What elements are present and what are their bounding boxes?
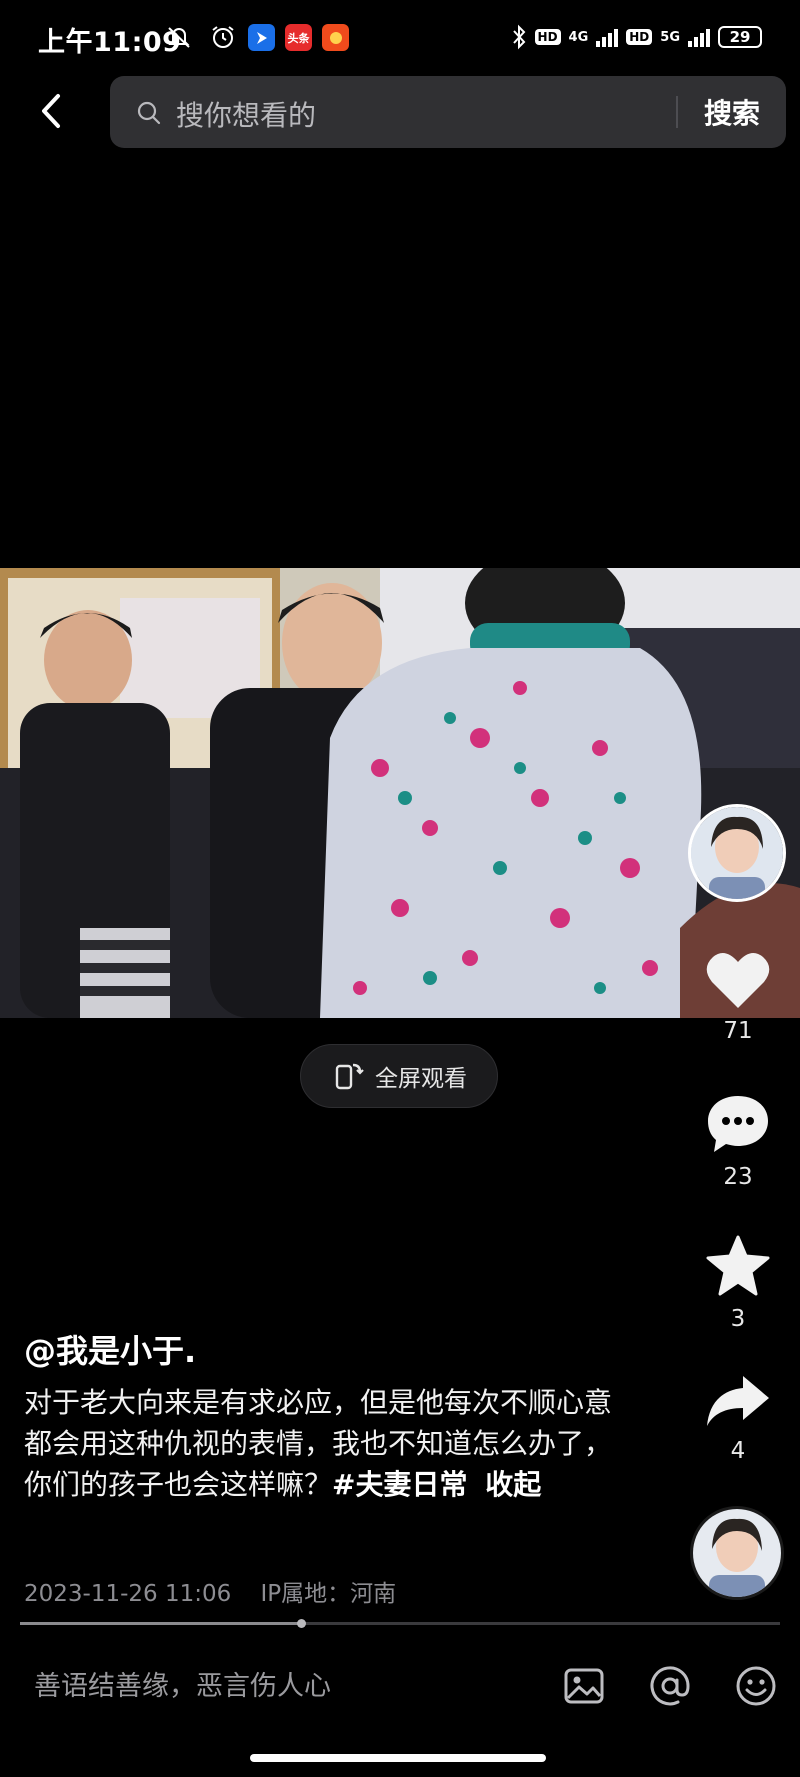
signal-bars-icon xyxy=(596,27,619,47)
bluetooth-icon xyxy=(512,24,525,50)
comment-bubble-icon xyxy=(708,1096,768,1152)
signal-bars-icon-2 xyxy=(688,27,710,47)
fullscreen-label: 全屏观看 xyxy=(375,1066,467,1092)
battery-icon: 29 xyxy=(718,26,762,48)
music-disc-avatar[interactable] xyxy=(690,1506,784,1600)
post-caption: 对于老大向来是有求必应，但是他每次不顺心意都会用这种仇视的表情，我也不知道怎么办… xyxy=(24,1382,614,1505)
share-button[interactable]: 4 xyxy=(690,1372,786,1464)
post-date: 2023-11-26 11:06 xyxy=(24,1581,232,1607)
status-time: 上午11:09 xyxy=(38,27,182,58)
hd-badge: HD xyxy=(534,29,561,45)
search-placeholder: 搜你想看的 xyxy=(176,99,317,132)
author-name[interactable]: @我是小于. xyxy=(24,1326,196,1372)
mention-icon[interactable] xyxy=(648,1664,692,1708)
heart-icon xyxy=(706,953,770,1008)
favorite-button[interactable]: 3 xyxy=(690,1234,786,1332)
search-icon xyxy=(137,101,161,125)
home-indicator[interactable] xyxy=(250,1754,546,1762)
collapse-link[interactable]: 收起 xyxy=(485,1468,541,1501)
battery-level: 29 xyxy=(729,28,751,46)
avatar-photo-2 xyxy=(693,1509,781,1597)
comment-input[interactable]: 善语结善缘，恶言伤人心 xyxy=(34,1664,331,1703)
share-count: 4 xyxy=(730,1438,746,1464)
post-meta: 2023-11-26 11:06 IP属地：河南 xyxy=(24,1574,396,1608)
like-button[interactable]: 71 xyxy=(690,950,786,1044)
author-avatar[interactable] xyxy=(688,804,786,902)
fullscreen-rotate-icon xyxy=(335,1063,364,1090)
favorite-count: 3 xyxy=(730,1306,746,1332)
hd-badge-2: HD xyxy=(626,29,653,45)
video-player[interactable] xyxy=(0,568,800,1018)
status-right-group: HD 4G HD 5G 29 xyxy=(511,22,762,52)
video-still-image xyxy=(0,568,800,1018)
search-divider xyxy=(676,96,678,128)
hashtag-link[interactable]: #夫妻日常 xyxy=(332,1468,467,1501)
app-icon-orange xyxy=(322,24,349,51)
progress-knob[interactable] xyxy=(297,1619,307,1628)
toutiao-app-icon: 头条 xyxy=(285,24,312,51)
network-4g-label: 4G xyxy=(568,29,589,45)
toutiao-badge-label: 头条 xyxy=(287,31,310,45)
star-icon xyxy=(706,1235,770,1296)
image-picker-icon[interactable] xyxy=(562,1664,606,1708)
status-bar: 上午11:09 头条 HD 4G HD 5G 29 xyxy=(0,0,800,72)
search-input[interactable]: 搜你想看的 搜索 xyxy=(110,76,786,148)
avatar-photo xyxy=(691,807,783,899)
video-progress-bar[interactable] xyxy=(20,1619,780,1628)
app-icon-blue-arrow xyxy=(248,24,275,51)
comment-button[interactable]: 23 xyxy=(690,1092,786,1190)
fullscreen-button[interactable]: 全屏观看 xyxy=(300,1044,498,1108)
mute-bell-icon xyxy=(168,27,190,48)
share-arrow-icon xyxy=(707,1376,769,1426)
network-5g-label: 5G xyxy=(660,29,680,45)
like-count: 71 xyxy=(723,1018,753,1044)
alarm-icon xyxy=(212,26,234,48)
emoji-icon[interactable] xyxy=(734,1664,778,1708)
back-arrow-icon[interactable] xyxy=(28,86,78,136)
ip-location: IP属地：河南 xyxy=(260,1581,397,1607)
comment-count: 23 xyxy=(723,1164,753,1190)
search-button[interactable]: 搜索 xyxy=(704,92,760,132)
progress-fill xyxy=(20,1622,302,1625)
